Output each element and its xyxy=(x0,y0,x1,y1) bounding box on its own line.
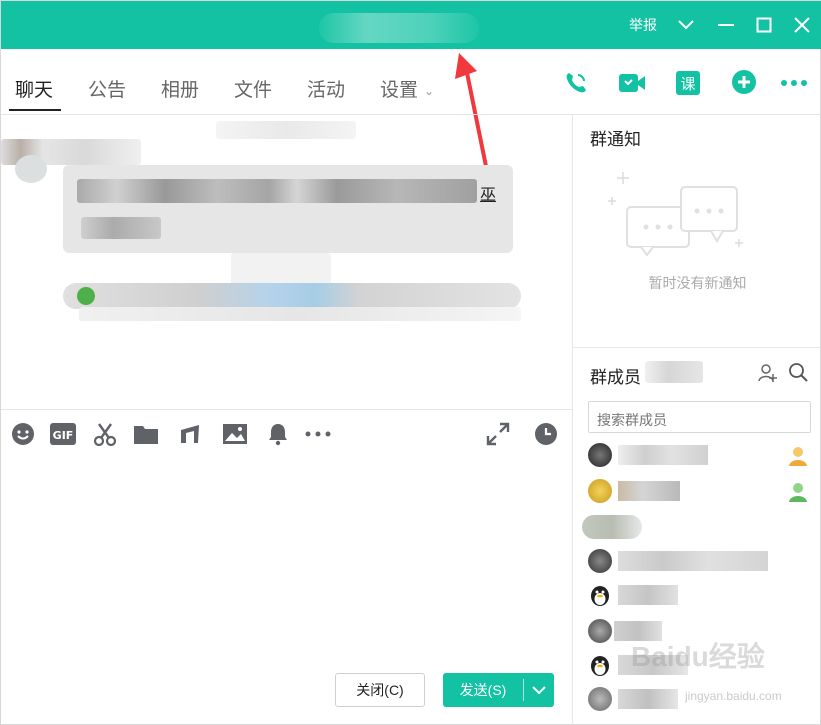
gif-icon[interactable]: GIF xyxy=(50,421,76,447)
report-button[interactable]: 举报 xyxy=(629,15,657,35)
member-name-blurred xyxy=(582,515,642,539)
emoji-icon[interactable] xyxy=(10,421,36,447)
tab-chat[interactable]: 聊天 xyxy=(15,75,53,102)
member-search-input[interactable]: 搜索群成员 xyxy=(588,401,811,433)
folder-icon[interactable] xyxy=(133,421,159,447)
minimize-icon[interactable] xyxy=(714,13,738,37)
empty-notice-text: 暂时没有新通知 xyxy=(648,275,747,291)
search-icon[interactable] xyxy=(788,362,810,384)
system-notice-icon xyxy=(77,287,95,305)
search-placeholder: 搜索群成员 xyxy=(597,412,667,428)
member-name-blurred xyxy=(618,689,678,709)
member-count-blurred xyxy=(645,361,703,383)
owner-icon xyxy=(787,445,809,467)
close-icon[interactable] xyxy=(790,13,814,37)
member-name-blurred xyxy=(618,481,680,501)
chevron-down-icon[interactable] xyxy=(524,673,554,707)
phone-icon[interactable] xyxy=(562,69,590,97)
close-button[interactable]: 关闭(C) xyxy=(335,673,425,707)
avatar xyxy=(588,619,612,643)
image-icon[interactable] xyxy=(222,421,248,447)
chevron-down-icon: ⌄ xyxy=(424,83,435,98)
tab-settings[interactable]: 设置 ⌄ xyxy=(380,75,434,102)
send-button[interactable]: 发送(S) xyxy=(443,673,554,707)
empty-notice-illustration xyxy=(608,172,743,257)
message-text: 巫 xyxy=(480,187,497,204)
tab-album[interactable]: 相册 xyxy=(161,75,199,102)
tab-files[interactable]: 文件 xyxy=(234,75,272,102)
bell-icon[interactable] xyxy=(265,421,291,447)
message-input[interactable] xyxy=(1,451,572,661)
group-notice-title: 群通知 xyxy=(590,130,641,149)
avatar xyxy=(588,549,612,573)
avatar xyxy=(588,479,612,503)
more-icon[interactable] xyxy=(780,69,808,97)
watermark: Baidu经验 xyxy=(631,641,765,672)
qq-group-chat-window: 举报 聊天 公告 相册 文件 活动 设置 ⌄ 课 巫 GIF 关闭(C) 发送(… xyxy=(0,0,821,725)
member-name-blurred xyxy=(618,445,708,465)
penguin-avatar-icon xyxy=(588,653,612,677)
svg-text:课: 课 xyxy=(680,75,695,93)
scissors-icon[interactable] xyxy=(92,421,118,447)
music-icon[interactable] xyxy=(177,421,203,447)
class-icon[interactable]: 课 xyxy=(674,69,702,97)
list-item[interactable] xyxy=(588,479,813,509)
active-tab-indicator xyxy=(9,109,61,111)
list-item[interactable] xyxy=(588,583,813,613)
blurred-region xyxy=(79,307,521,321)
list-item[interactable] xyxy=(582,515,813,545)
divider xyxy=(572,115,573,725)
admin-icon xyxy=(787,481,809,503)
expand-icon[interactable] xyxy=(485,421,511,447)
group-name-blurred xyxy=(319,13,479,43)
divider xyxy=(573,347,821,348)
tab-announcement[interactable]: 公告 xyxy=(88,75,126,102)
history-icon[interactable] xyxy=(533,421,559,447)
avatar xyxy=(588,687,612,711)
watermark-url: jingyan.baidu.com xyxy=(685,689,782,703)
list-item[interactable] xyxy=(588,549,813,579)
avatar xyxy=(15,155,47,183)
members-title: 群成员 xyxy=(590,368,641,387)
avatar xyxy=(588,443,612,467)
message-text-blurred xyxy=(77,179,477,203)
message-bubble[interactable] xyxy=(63,165,513,253)
member-name-blurred xyxy=(618,551,768,571)
timestamp-blurred xyxy=(216,121,356,139)
tab-activity[interactable]: 活动 xyxy=(307,75,345,102)
maximize-icon[interactable] xyxy=(752,13,776,37)
tab-bar: 聊天 公告 相册 文件 活动 设置 ⌄ 课 xyxy=(1,49,821,115)
message-text-blurred xyxy=(81,217,161,239)
send-label[interactable]: 发送(S) xyxy=(443,673,523,707)
video-icon[interactable] xyxy=(618,69,646,97)
more-icon[interactable] xyxy=(305,421,331,447)
penguin-avatar-icon xyxy=(588,583,612,607)
chevron-down-icon[interactable] xyxy=(674,13,698,37)
list-item[interactable] xyxy=(588,443,813,473)
message-list[interactable]: 巫 xyxy=(1,115,572,409)
svg-text:GIF: GIF xyxy=(53,429,74,442)
member-name-blurred xyxy=(618,585,678,605)
add-member-icon[interactable] xyxy=(758,363,780,385)
add-app-icon[interactable] xyxy=(730,69,758,97)
system-notice-blurred xyxy=(63,283,521,309)
title-bar: 举报 xyxy=(1,1,821,49)
divider xyxy=(1,409,572,410)
